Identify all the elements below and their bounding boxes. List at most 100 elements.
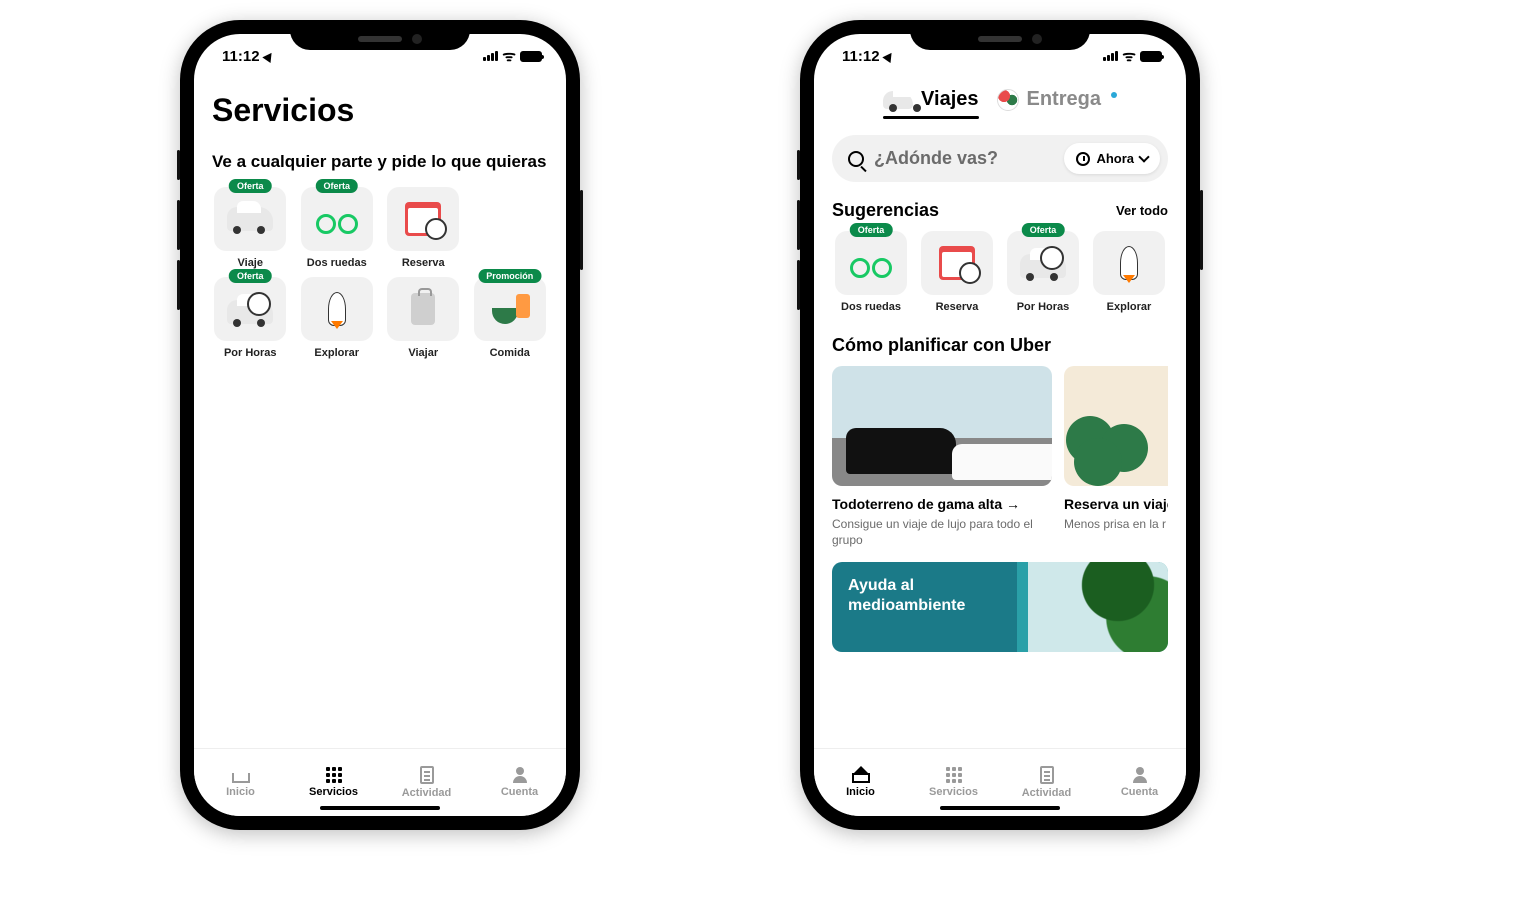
tile-label: Viajar bbox=[408, 347, 438, 359]
time-chip[interactable]: Ahora bbox=[1064, 143, 1160, 174]
nav-label: Inicio bbox=[226, 786, 255, 798]
signal-icon bbox=[483, 51, 498, 61]
top-tabs: Viajes Entrega bbox=[832, 88, 1168, 117]
notification-dot-icon bbox=[1111, 92, 1117, 98]
plan-card-heading: Reserva un viaje bbox=[1064, 496, 1168, 512]
services-grid: Oferta Viaje Oferta Dos ruedas Reserva O… bbox=[212, 187, 548, 359]
nav-label: Actividad bbox=[402, 787, 452, 799]
suitcase-icon bbox=[411, 293, 435, 325]
chevron-down-icon bbox=[1138, 151, 1149, 162]
nav-label: Actividad bbox=[1022, 787, 1072, 799]
plan-card-image bbox=[1064, 366, 1168, 486]
clock-icon bbox=[1076, 152, 1090, 166]
tile-label: Dos ruedas bbox=[307, 257, 367, 269]
status-time: 11:12 bbox=[222, 48, 260, 65]
tile-label: Explorar bbox=[314, 347, 359, 359]
nav-label: Servicios bbox=[929, 786, 978, 798]
badge-promocion: Promoción bbox=[478, 269, 541, 283]
tile-label: Reserva bbox=[402, 257, 445, 269]
home-indicator[interactable] bbox=[940, 806, 1060, 810]
time-chip-label: Ahora bbox=[1096, 151, 1134, 166]
tile-label: Dos ruedas bbox=[841, 301, 901, 313]
tile-viaje[interactable]: Oferta Viaje bbox=[212, 187, 289, 269]
tile-dos-ruedas[interactable]: Oferta Dos ruedas bbox=[832, 231, 910, 313]
tile-por-horas[interactable]: Oferta Por Horas bbox=[212, 277, 289, 359]
tab-entrega[interactable]: Entrega bbox=[997, 88, 1117, 117]
tab-label: Viajes bbox=[921, 88, 978, 111]
suggestions-row: Oferta Dos ruedas Reserva Oferta Por Hor… bbox=[832, 231, 1168, 313]
section-title-sugerencias: Sugerencias bbox=[832, 200, 939, 221]
badge-oferta: Oferta bbox=[229, 179, 272, 193]
phone-inicio: 11:12 ᯤ Viajes Entrega bbox=[800, 20, 1200, 830]
nav-cuenta[interactable]: Cuenta bbox=[1093, 749, 1186, 816]
receipt-icon bbox=[1040, 766, 1054, 784]
nav-label: Cuenta bbox=[1121, 786, 1158, 798]
location-arrow-icon bbox=[262, 49, 275, 62]
search-icon bbox=[848, 151, 864, 167]
tile-dos-ruedas[interactable]: Oferta Dos ruedas bbox=[299, 187, 376, 269]
badge-oferta: Oferta bbox=[315, 179, 358, 193]
tile-reserva[interactable]: Reserva bbox=[385, 187, 462, 269]
home-icon bbox=[232, 767, 250, 783]
plan-card-suv[interactable]: Todoterreno de gama alta → Consigue un v… bbox=[832, 366, 1052, 548]
tile-explorar[interactable]: Explorar bbox=[299, 277, 376, 359]
plan-card-sub: Consigue un viaje de lujo para todo el g… bbox=[832, 516, 1052, 548]
battery-icon bbox=[520, 51, 542, 62]
badge-oferta: Oferta bbox=[1022, 223, 1065, 237]
tile-label: Viaje bbox=[238, 257, 264, 269]
page-title: Servicios bbox=[212, 92, 548, 129]
plan-row[interactable]: Todoterreno de gama alta → Consigue un v… bbox=[832, 366, 1168, 548]
tab-viajes[interactable]: Viajes bbox=[883, 88, 978, 117]
nav-inicio[interactable]: Inicio bbox=[194, 749, 287, 816]
plan-card-reserva[interactable]: Reserva un viaje Menos prisa en la r bbox=[1064, 366, 1168, 548]
see-all-link[interactable]: Ver todo bbox=[1116, 203, 1168, 218]
search-placeholder: ¿Adónde vas? bbox=[874, 148, 1054, 169]
calendar-clock-icon bbox=[405, 202, 441, 236]
food-basket-icon bbox=[997, 89, 1019, 111]
plan-card-heading: Todoterreno de gama alta → bbox=[832, 496, 1052, 512]
search-bar[interactable]: ¿Adónde vas? Ahora bbox=[832, 135, 1168, 182]
tile-label: Por Horas bbox=[1017, 301, 1070, 313]
car-icon bbox=[883, 91, 913, 109]
tile-viajar[interactable]: Viajar bbox=[385, 277, 462, 359]
receipt-icon bbox=[420, 766, 434, 784]
tile-por-horas[interactable]: Oferta Por Horas bbox=[1004, 231, 1082, 313]
tile-reserva[interactable]: Reserva bbox=[918, 231, 996, 313]
status-time: 11:12 bbox=[842, 48, 880, 65]
signal-icon bbox=[1103, 51, 1118, 61]
calendar-clock-icon bbox=[939, 246, 975, 280]
tab-label: Entrega bbox=[1027, 88, 1101, 111]
hourly-car-icon bbox=[227, 294, 273, 324]
nav-label: Cuenta bbox=[501, 786, 538, 798]
page-subtitle: Ve a cualquier parte y pide lo que quier… bbox=[212, 151, 548, 173]
nav-inicio[interactable]: Inicio bbox=[814, 749, 907, 816]
tile-comida[interactable]: Promoción Comida bbox=[472, 277, 549, 359]
tile-label: Reserva bbox=[936, 301, 979, 313]
car-icon bbox=[227, 207, 273, 231]
env-line1: Ayuda al bbox=[848, 577, 914, 594]
bike-icon bbox=[316, 204, 358, 234]
wifi-icon: ᯤ bbox=[502, 46, 516, 66]
person-icon bbox=[513, 767, 527, 783]
nav-label: Servicios bbox=[309, 786, 358, 798]
plan-card-sub: Menos prisa en la r bbox=[1064, 516, 1168, 532]
battery-icon bbox=[1140, 51, 1162, 62]
tile-explorar[interactable]: Explorar bbox=[1090, 231, 1168, 313]
location-arrow-icon bbox=[882, 49, 895, 62]
nav-label: Inicio bbox=[846, 786, 875, 798]
nav-cuenta[interactable]: Cuenta bbox=[473, 749, 566, 816]
section-title-planificar: Cómo planificar con Uber bbox=[832, 335, 1168, 356]
badge-oferta: Oferta bbox=[229, 269, 272, 283]
person-icon bbox=[1133, 767, 1147, 783]
env-banner[interactable]: Ayuda al medioambiente bbox=[832, 562, 1168, 652]
tile-label: Explorar bbox=[1107, 301, 1152, 313]
home-icon bbox=[852, 767, 870, 783]
tile-label: Por Horas bbox=[224, 347, 277, 359]
phone-servicios: 11:12 ᯤ Servicios Ve a cualquier parte y… bbox=[180, 20, 580, 830]
plan-card-image bbox=[832, 366, 1052, 486]
env-line2: medioambiente bbox=[848, 597, 965, 614]
food-icon bbox=[490, 294, 530, 324]
home-indicator[interactable] bbox=[320, 806, 440, 810]
rocket-icon bbox=[328, 292, 346, 326]
tile-label: Comida bbox=[490, 347, 530, 359]
